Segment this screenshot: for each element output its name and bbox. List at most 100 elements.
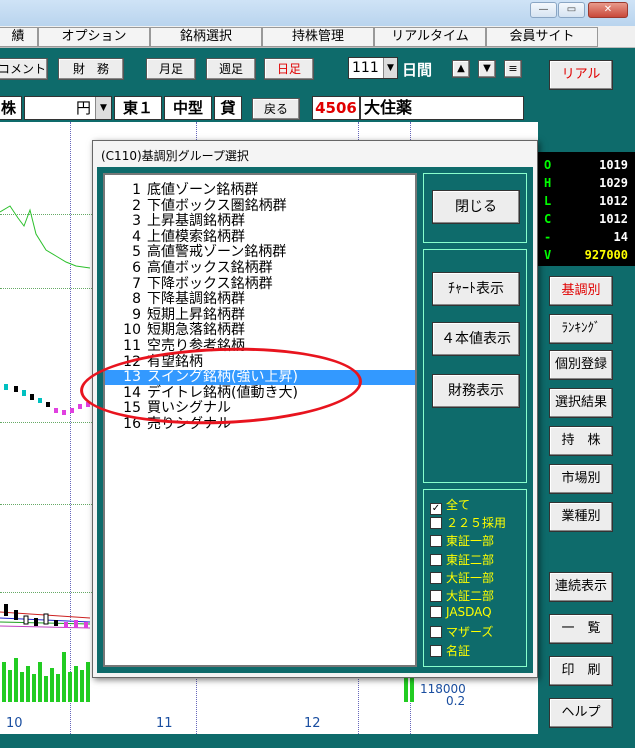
- chart-display-button[interactable]: ﾁｬｰﾄ表示: [432, 272, 520, 306]
- filter-checkbox[interactable]: 東証二部: [430, 551, 494, 567]
- filter-checkbox[interactable]: 東証一部: [430, 532, 494, 548]
- menu-item-realtime[interactable]: リアルタイム: [374, 27, 486, 47]
- list-item-label: 上値模索銘柄群: [147, 228, 245, 245]
- filter-label: マザーズ: [446, 625, 494, 640]
- industry-button[interactable]: 業種別: [549, 502, 613, 532]
- ranking-button[interactable]: ﾗﾝｷﾝｸﾞ: [549, 314, 613, 344]
- list-item[interactable]: 14 デイトレ銘柄(値動き大): [105, 385, 415, 401]
- x-tick-label: 10: [6, 716, 23, 731]
- trend-group-button[interactable]: 基調別: [549, 276, 613, 306]
- checkbox-icon[interactable]: [430, 590, 442, 602]
- menu-item-options[interactable]: オプション: [38, 27, 150, 47]
- days-select[interactable]: 111 ▼: [348, 57, 398, 79]
- close-window-button[interactable]: ✕: [588, 2, 628, 18]
- filter-checkbox[interactable]: ✓ 全て: [430, 496, 470, 515]
- list-item-number: 10: [123, 322, 141, 339]
- minimize-button[interactable]: —: [530, 2, 557, 18]
- list-item[interactable]: 6 高値ボックス銘柄群: [105, 261, 415, 276]
- menu-item-stock-select[interactable]: 銘柄選択: [150, 27, 262, 47]
- checkbox-icon[interactable]: [430, 571, 442, 584]
- filter-label: 大証一部: [446, 570, 495, 585]
- help-button[interactable]: ヘルプ: [549, 698, 613, 728]
- market-filter-box: ✓ 全て ２２５採用東証一部東証二部大証一部大証二部 JASDAQ マザーズ名証: [423, 489, 527, 667]
- menu-bar: 績 オプション 銘柄選択 持株管理 リアルタイム 会員サイト: [0, 26, 635, 48]
- list-item[interactable]: 5 高値警戒ゾーン銘柄群: [105, 245, 415, 260]
- quote-open: O 1019: [544, 158, 628, 172]
- individual-register-button[interactable]: 個別登録: [549, 350, 613, 380]
- monthly-button[interactable]: 月足: [146, 58, 196, 80]
- candles-lower: [0, 604, 91, 629]
- ma-line: [0, 205, 91, 269]
- menu-item-results[interactable]: 績: [0, 27, 38, 47]
- comment-button[interactable]: コメント: [0, 58, 48, 80]
- menu-item-holdings[interactable]: 持株管理: [262, 27, 374, 47]
- checkbox-icon[interactable]: [430, 606, 442, 619]
- price-unit-select[interactable]: 円 ▼: [24, 96, 112, 120]
- list-item[interactable]: 8 下降基調銘柄群: [105, 292, 415, 307]
- daily-button[interactable]: 日足: [264, 58, 314, 80]
- list-item-number: 8: [132, 291, 141, 308]
- list-item-label: 底値ゾーン銘柄群: [147, 182, 259, 198]
- quote-box: O 1019 H 1029 L 1012 C 1012 -14 V 927000: [538, 152, 635, 266]
- list-item-label: 上昇基調銘柄群: [147, 213, 245, 230]
- filter-label: JASDAQ: [446, 605, 492, 620]
- quote-change: -14: [544, 230, 628, 244]
- checkbox-icon[interactable]: [430, 535, 442, 548]
- checkbox-icon[interactable]: [430, 626, 442, 639]
- x-tick-label: 11: [156, 716, 173, 731]
- market-label: 東１: [114, 96, 162, 120]
- market-button[interactable]: 市場別: [549, 464, 613, 494]
- holdings-button[interactable]: 持 株: [549, 426, 613, 456]
- selection-result-button[interactable]: 選択結果: [549, 388, 613, 418]
- up-button[interactable]: ▲: [452, 60, 470, 78]
- list-item[interactable]: 11 空売り参考銘柄: [105, 339, 415, 354]
- list-item[interactable]: 15 買いシグナル: [105, 401, 415, 416]
- filter-checkbox[interactable]: 大証一部: [430, 569, 494, 585]
- list-view-button[interactable]: 一 覧: [549, 614, 613, 644]
- back-button[interactable]: 戻る: [252, 98, 300, 120]
- dialog-close-button[interactable]: 閉じる: [432, 190, 520, 224]
- filter-checkbox[interactable]: JASDAQ: [430, 605, 492, 621]
- close-button-area: 閉じる: [423, 173, 527, 243]
- filter-checkbox[interactable]: 名証: [430, 642, 470, 658]
- list-item[interactable]: 9 短期上昇銘柄群: [105, 307, 415, 323]
- maximize-button[interactable]: ▭: [558, 2, 585, 18]
- chevron-down-icon[interactable]: ▼: [383, 58, 397, 78]
- list-button[interactable]: ≡: [504, 60, 522, 78]
- list-item[interactable]: 4 上値模索銘柄群: [105, 228, 415, 245]
- list-item-number: 6: [132, 260, 141, 276]
- check-icon[interactable]: ✓: [430, 503, 442, 515]
- down-button[interactable]: ▼: [478, 60, 496, 78]
- candles-upper: [4, 384, 90, 415]
- weekly-button[interactable]: 週足: [206, 58, 256, 80]
- filter-label: ２２５採用: [446, 516, 507, 531]
- group-listbox[interactable]: 1 底値ゾーン銘柄群 2 下値ボックス圏銘柄群 3 上昇基調銘柄群 4 上値模索銘柄群 5 高値警…: [103, 173, 417, 667]
- list-item[interactable]: 3 上昇基調銘柄群: [105, 214, 415, 229]
- real-button[interactable]: リアル: [549, 60, 613, 90]
- checkbox-icon[interactable]: [430, 553, 442, 566]
- filter-checkbox[interactable]: マザーズ: [430, 623, 493, 639]
- checkbox-icon[interactable]: [430, 644, 442, 657]
- continuous-display-button[interactable]: 連続表示: [549, 572, 613, 602]
- stock-info-bar: 株 円 ▼ 東１ 中型 貸 戻る 4506 大住薬: [0, 96, 538, 122]
- x-tick-label: 12: [304, 716, 321, 731]
- list-item[interactable]: 2 下値ボックス圏銘柄群: [105, 197, 415, 214]
- list-item[interactable]: 7 下降ボックス銘柄群: [105, 276, 415, 292]
- chevron-down-icon[interactable]: ▼: [95, 97, 111, 119]
- list-item[interactable]: 13 スイング銘柄(強い上昇): [105, 370, 415, 386]
- quote-close: C 1012: [544, 212, 628, 226]
- filter-checkbox[interactable]: 大証二部: [430, 587, 494, 603]
- filter-checkbox[interactable]: ２２５採用: [430, 514, 506, 530]
- list-item-number: 2: [132, 197, 141, 214]
- finance-display-button[interactable]: 財務表示: [432, 374, 520, 408]
- print-button[interactable]: 印 刷: [549, 656, 613, 686]
- checkbox-icon[interactable]: [430, 517, 442, 530]
- four-values-button[interactable]: ４本値表示: [432, 322, 520, 356]
- list-item[interactable]: 10 短期急落銘柄群: [105, 323, 415, 338]
- list-item[interactable]: 16 売りシグナル: [105, 417, 415, 432]
- filter-label: 東証一部: [446, 534, 495, 549]
- finance-button[interactable]: 財 務: [58, 58, 124, 80]
- list-item[interactable]: 1 底値ゾーン銘柄群: [105, 183, 415, 198]
- list-item[interactable]: 12 有望銘柄: [105, 354, 415, 370]
- menu-item-member-site[interactable]: 会員サイト: [486, 27, 598, 47]
